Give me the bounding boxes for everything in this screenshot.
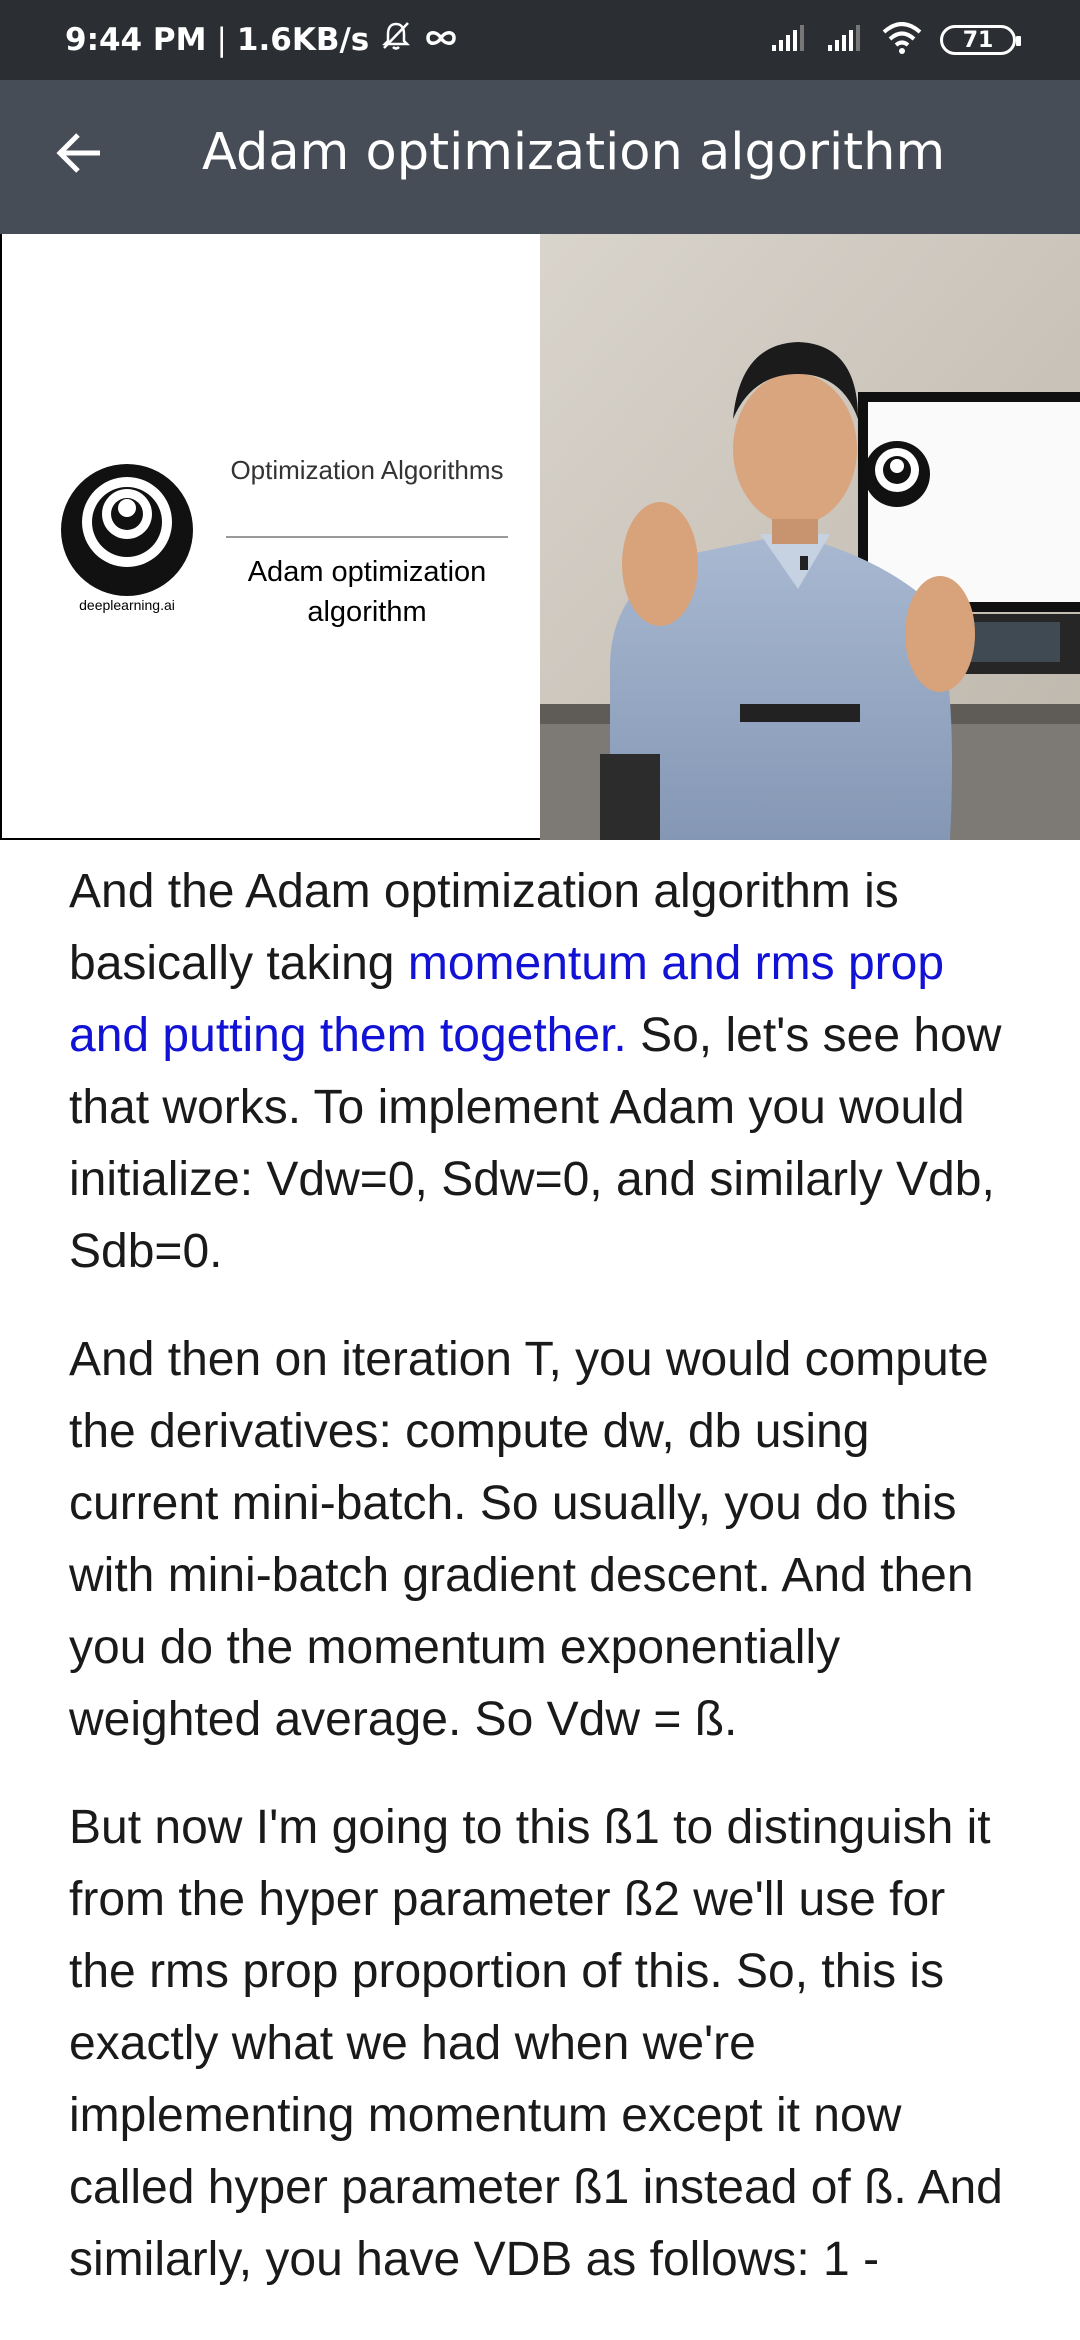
transcript-paragraph-3: But now I'm going to this ß1 to distingu… xyxy=(69,1801,1003,2286)
video-player[interactable]: deeplearning.ai Optimization Algorithms … xyxy=(0,234,1080,840)
status-bar: 9:44 PM | 1.6KB/s 71 xyxy=(0,0,1080,80)
instructor-video-frame xyxy=(540,234,1080,840)
signal-icon xyxy=(826,23,864,58)
back-button[interactable] xyxy=(44,120,114,190)
transcript-paragraph-2: And then on iteration T, you would compu… xyxy=(69,1333,989,1746)
slide-divider xyxy=(226,536,508,538)
transcript: And the Adam optimization algorithm is b… xyxy=(69,856,1019,2332)
lecture-slide: deeplearning.ai Optimization Algorithms … xyxy=(0,234,540,840)
slide-topic-title: Adam optimization algorithm xyxy=(247,556,487,628)
wifi-icon xyxy=(882,21,922,59)
deeplearning-logo: deeplearning.ai xyxy=(57,464,197,613)
slide-bottom-border xyxy=(0,838,540,840)
status-right: 71 xyxy=(770,0,1021,80)
status-separator: | xyxy=(216,22,227,58)
logo-caption: deeplearning.ai xyxy=(79,597,175,613)
app-bar: Adam optimization algorithm xyxy=(0,80,1080,234)
transcript-paragraph-1: And the Adam optimization algorithm is b… xyxy=(69,856,1019,1288)
infinity-icon xyxy=(423,22,459,58)
status-time: 9:44 PM xyxy=(65,22,207,58)
mute-bell-icon xyxy=(379,19,413,61)
arrow-back-icon xyxy=(54,128,104,183)
battery-icon: 71 xyxy=(940,25,1021,55)
signal-icon xyxy=(770,23,808,58)
logo-icon xyxy=(61,464,193,596)
status-left: 9:44 PM | 1.6KB/s xyxy=(65,0,459,80)
battery-level: 71 xyxy=(962,27,994,53)
network-speed: 1.6KB/s xyxy=(236,22,370,58)
page-title: Adam optimization algorithm xyxy=(202,123,946,182)
slide-section-title: Optimization Algorithms xyxy=(230,455,504,485)
